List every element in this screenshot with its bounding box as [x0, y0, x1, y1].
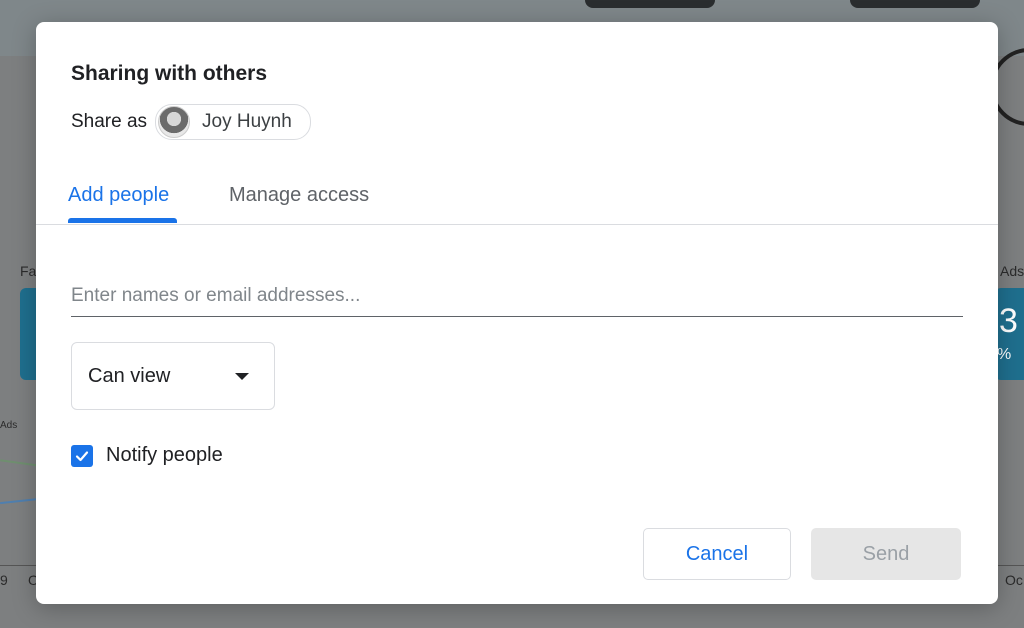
background-axis-label: Oc	[1005, 572, 1023, 588]
background-chart-label: Ads	[0, 420, 18, 431]
background-card: 3 %	[995, 288, 1024, 380]
background-label: Fa	[20, 263, 37, 279]
tab-add-people[interactable]: Add people	[68, 184, 169, 207]
background-device	[585, 0, 715, 8]
send-button[interactable]: Send	[811, 528, 961, 580]
checkmark-icon	[75, 450, 89, 461]
permission-dropdown[interactable]: Can view	[71, 342, 275, 410]
background-device	[850, 0, 980, 8]
background-card-value: 3	[999, 302, 1018, 340]
background-axis-label: 9	[0, 572, 8, 588]
background-axis	[998, 565, 1024, 566]
cancel-button[interactable]: Cancel	[643, 528, 791, 580]
share-as-label: Share as	[71, 111, 148, 132]
active-tab-indicator	[68, 218, 177, 223]
background-chart-line	[0, 459, 40, 467]
background-chart-line	[0, 497, 40, 505]
notify-label: Notify people	[106, 444, 223, 466]
notify-checkbox[interactable]	[71, 444, 93, 467]
avatar	[158, 106, 191, 138]
caret-down-icon	[235, 373, 249, 380]
permission-selected: Can view	[88, 364, 171, 387]
background-card-percent: %	[997, 346, 1012, 363]
tab-bar: Add people Manage access	[36, 180, 998, 225]
account-name: Joy Huynh	[202, 111, 292, 132]
share-as-row: Share as Joy Huynh	[71, 104, 311, 140]
dialog-title: Sharing with others	[71, 62, 268, 85]
email-input[interactable]	[71, 276, 963, 317]
tab-manage-access[interactable]: Manage access	[229, 184, 369, 207]
background-axis	[0, 565, 40, 566]
account-chip[interactable]: Joy Huynh	[155, 104, 311, 140]
notify-row: Notify people	[71, 444, 223, 467]
share-dialog: Sharing with others Share as Joy Huynh A…	[36, 22, 998, 604]
background-label: Ads	[1000, 263, 1024, 279]
